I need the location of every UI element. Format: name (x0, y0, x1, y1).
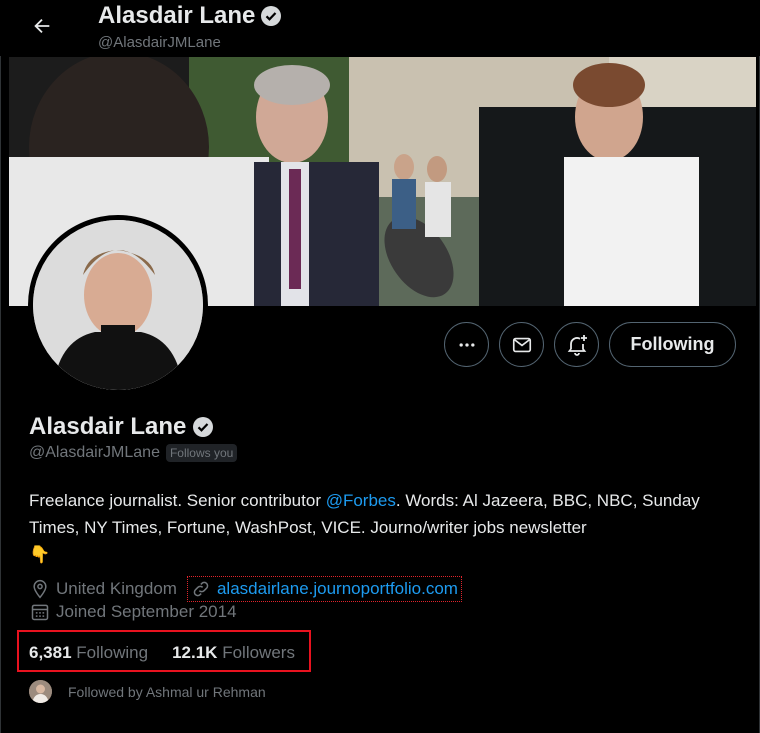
website-link[interactable]: alasdairlane.journoportfolio.com (186, 576, 462, 602)
envelope-icon (512, 337, 531, 352)
following-label: Following (76, 643, 149, 662)
joined-item: Joined September 2014 (30, 602, 237, 622)
followers-label: Followers (222, 643, 295, 662)
pointing-down-emoji: 👇 (29, 545, 51, 564)
follows-you-badge: Follows you (165, 444, 238, 462)
profile-name-text: Alasdair Lane (29, 413, 187, 440)
avatar-image (33, 220, 203, 390)
website-text[interactable]: alasdairlane.journoportfolio.com (217, 579, 458, 599)
profile-meta-row: United Kingdom alasdairlane.journoportfo… (30, 576, 462, 602)
location-item: United Kingdom (30, 579, 177, 599)
verified-badge-icon (193, 417, 214, 437)
handle-row: @AlasdairJMLane Follows you (29, 444, 238, 462)
verified-badge-icon (261, 6, 282, 26)
header-handle: @AlasdairJMLane (98, 34, 221, 51)
profile-header: Alasdair Lane @AlasdairJMLane (0, 0, 760, 56)
arrow-left-icon (34, 18, 50, 34)
bell-plus-icon (567, 334, 587, 356)
joined-row: Joined September 2014 (30, 602, 237, 622)
followed-by-text: Followed by Ashmal ur Rehman (68, 683, 266, 700)
followed-by-row[interactable]: Followed by Ashmal ur Rehman (29, 680, 266, 703)
bio-text-start: Freelance journalist. Senior contributor (29, 491, 326, 510)
following-stat[interactable]: 6,381 Following (29, 643, 148, 663)
following-count: 6,381 (29, 643, 72, 662)
bio-mention-link[interactable]: @Forbes (326, 491, 396, 510)
location-pin-icon (33, 579, 47, 599)
header-title: Alasdair Lane (98, 2, 283, 30)
back-button[interactable] (26, 10, 58, 42)
more-dots-icon (459, 342, 474, 347)
message-button[interactable] (499, 322, 544, 367)
calendar-icon (31, 604, 49, 621)
mutual-avatar (29, 680, 52, 703)
profile-bio: Freelance journalist. Senior contributor… (29, 487, 729, 568)
link-icon (193, 581, 209, 597)
followers-count: 12.1K (172, 643, 218, 662)
joined-text: Joined September 2014 (56, 602, 237, 621)
followers-stat[interactable]: 12.1K Followers (172, 643, 295, 663)
profile-handle: @AlasdairJMLane (29, 444, 160, 461)
profile-avatar[interactable] (28, 215, 208, 395)
location-text: United Kingdom (56, 579, 177, 598)
header-name-text: Alasdair Lane (98, 2, 256, 29)
notifications-button[interactable] (554, 322, 599, 367)
follow-stats: 6,381 Following 12.1K Followers (29, 643, 295, 663)
profile-name: Alasdair Lane (29, 413, 215, 441)
more-button[interactable] (444, 322, 489, 367)
following-button[interactable]: Following (609, 322, 736, 367)
